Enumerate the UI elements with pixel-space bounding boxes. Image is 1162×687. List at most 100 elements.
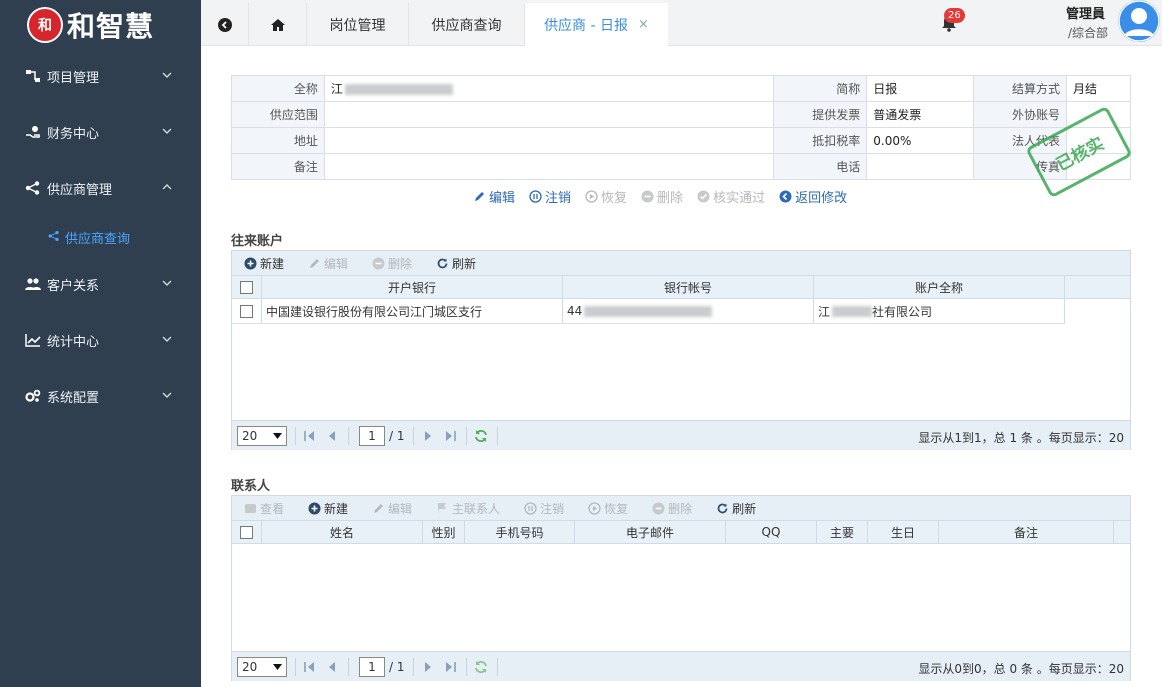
select-all-checkbox[interactable] (232, 276, 262, 298)
tab-label: 供应商查询 (431, 17, 502, 34)
contacts-view-button[interactable]: 查看 (244, 500, 284, 517)
app-logo[interactable]: 和 和智慧 (0, 0, 201, 50)
next-page-icon[interactable] (420, 660, 436, 674)
accounts-new-button[interactable]: 新建 (244, 255, 284, 272)
pager-info: 显示从0到0，总 0 条 。每页显示：20 (918, 662, 1124, 676)
contacts-primary-button[interactable]: 主联系人 (436, 500, 500, 517)
logo-mark: 和 (27, 7, 63, 43)
restore-button[interactable]: 恢复 (585, 187, 627, 206)
contacts-refresh-button[interactable]: 刷新 (716, 500, 756, 517)
label-full-name: 全称 (231, 75, 325, 102)
tab-label: 供应商 - 日报 (544, 17, 629, 34)
contacts-section-title: 联系人 (231, 479, 271, 494)
reload-icon[interactable] (473, 429, 489, 443)
first-page-icon[interactable] (302, 429, 318, 443)
edit-button[interactable]: 编辑 (473, 187, 515, 206)
sidebar-item-supplier[interactable]: 供应商管理 (0, 173, 201, 203)
plus-circle-icon (308, 502, 321, 514)
pause-icon (529, 189, 542, 203)
label-tax-rate: 抵扣税率 (773, 127, 868, 154)
sidebar-item-system[interactable]: 系统配置 (0, 381, 201, 411)
page-number-input[interactable]: 1 (359, 656, 385, 677)
column-email: 电子邮件 (575, 521, 726, 543)
label-short-name: 简称 (773, 75, 868, 102)
value-scope (323, 101, 775, 128)
plus-circle-icon (244, 257, 257, 269)
user-name[interactable]: 管理員 (1066, 3, 1105, 22)
contacts-restore-button[interactable]: 恢复 (588, 500, 628, 517)
table-row[interactable]: 中国建设银行股份有限公司江门城区支行 44 江社有限公司 (232, 299, 1065, 324)
value-short-name: 日报 (866, 75, 975, 102)
delete-button[interactable]: 删除 (641, 187, 683, 206)
value-tax-rate: 0.00% (866, 127, 975, 154)
pencil-icon (475, 191, 484, 201)
accounts-delete-button[interactable]: 删除 (372, 255, 412, 272)
tab-back-button[interactable] (201, 3, 249, 46)
last-page-icon[interactable] (442, 429, 458, 443)
contacts-delete-button[interactable]: 删除 (652, 500, 692, 517)
sidebar-item-project[interactable]: 项目管理 (0, 61, 201, 91)
return-modify-button[interactable]: 返回修改 (779, 187, 847, 206)
column-account-name: 账户全称 (814, 276, 1065, 298)
accounts-grid-body: 中国建设银行股份有限公司江门城区支行 44 江社有限公司 (232, 299, 1130, 420)
accounts-edit-button[interactable]: 编辑 (308, 255, 348, 272)
next-page-icon[interactable] (420, 429, 436, 443)
page-size-select[interactable]: 20 (237, 425, 287, 446)
accounts-refresh-button[interactable]: 刷新 (436, 255, 476, 272)
share-icon (25, 181, 40, 195)
sidebar-item-finance[interactable]: 财务中心 (0, 117, 201, 147)
cell-account-number: 44 (563, 299, 814, 323)
first-page-icon[interactable] (302, 660, 318, 674)
sidebar-item-label: 统计中心 (47, 334, 100, 350)
contacts-header-row: 姓名 性别 手机号码 电子邮件 QQ 主要 生日 备注 (232, 520, 1130, 544)
hand-coin-icon (26, 126, 40, 138)
minus-icon (641, 190, 654, 202)
minus-circle-icon (652, 502, 665, 514)
page-number-input[interactable]: 1 (359, 425, 385, 446)
select-all-checkbox[interactable] (232, 521, 262, 543)
refresh-icon (717, 503, 728, 513)
tab-post-management[interactable]: 岗位管理 (307, 3, 409, 46)
gears-icon (25, 389, 41, 402)
row-checkbox[interactable] (232, 299, 262, 323)
page-size-select[interactable]: 20 (237, 656, 287, 677)
chevron-down-icon (162, 336, 172, 342)
accounts-section-title: 往来账户 (231, 234, 284, 249)
contacts-cancel-button[interactable]: 注销 (524, 500, 564, 517)
cancel-registration-button[interactable]: 注销 (529, 187, 571, 206)
tab-supplier-daily[interactable]: 供应商 - 日报 × (525, 3, 668, 46)
check-icon (697, 190, 710, 202)
column-bank: 开户银行 (262, 276, 563, 298)
value-settlement: 月结 (1066, 75, 1131, 102)
column-mobile: 手机号码 (465, 521, 575, 543)
prev-page-icon[interactable] (324, 660, 340, 674)
value-remark (323, 153, 775, 180)
notification-badge: 26 (944, 8, 965, 23)
avatar[interactable] (1118, 0, 1160, 42)
last-page-icon[interactable] (442, 660, 458, 674)
tab-home[interactable] (249, 3, 307, 46)
contacts-new-button[interactable]: 新建 (308, 500, 348, 517)
tab-supplier-query[interactable]: 供应商查询 (409, 3, 525, 46)
verify-button[interactable]: 核实通过 (697, 187, 765, 206)
label-phone: 电话 (773, 153, 868, 180)
prev-page-icon[interactable] (324, 429, 340, 443)
label-settlement: 结算方式 (973, 75, 1068, 102)
home-icon (270, 18, 285, 31)
value-full-name: 江 (323, 75, 775, 102)
close-icon[interactable]: × (638, 17, 649, 32)
pager-info: 显示从1到1，总 1 条 。每页显示：20 (918, 431, 1124, 445)
sidebar-item-label: 客户关系 (47, 278, 100, 294)
label-address: 地址 (231, 127, 325, 154)
sidebar-subitem-supplier-query[interactable]: 供应商查询 (0, 224, 201, 250)
sidebar-item-label: 财务中心 (47, 126, 100, 142)
total-pages: / 1 (389, 659, 405, 674)
sidebar-item-customer[interactable]: 客户关系 (0, 269, 201, 299)
chevron-down-icon (162, 280, 172, 286)
reload-icon[interactable] (473, 660, 489, 674)
sidebar-item-statistics[interactable]: 统计中心 (0, 325, 201, 355)
contacts-grid: 查看 新建 编辑 主联系人 注销 恢复 删除 刷新 姓名 性别 手机号码 电子邮… (231, 495, 1131, 681)
sidebar: 和 和智慧 项目管理 财务中心 供应商管理 供应商查询 客户关系 统计中心 系统… (0, 0, 201, 687)
pause-icon (524, 501, 537, 515)
contacts-edit-button[interactable]: 编辑 (372, 500, 412, 517)
